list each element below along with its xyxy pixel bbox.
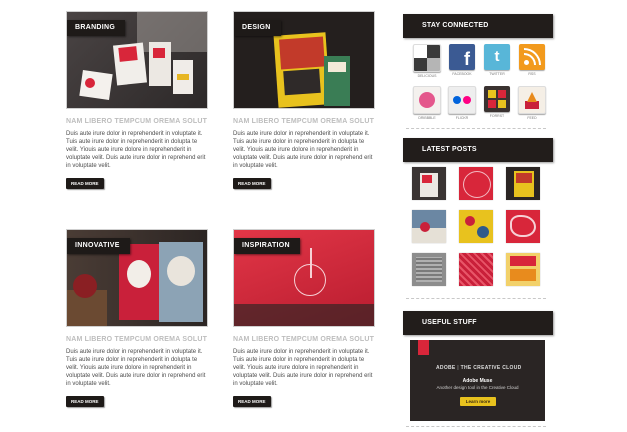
post-card: INNOVATIVE NAM LIBERO TEMPCUM OREMA SOLU… [66,229,208,408]
latest-post-thumbnail[interactable] [459,253,493,286]
social-label: DELICIOUS [417,74,437,78]
latest-posts-heading: LATEST POSTS [403,138,553,162]
social-link-forrst[interactable]: FORRST [483,86,511,118]
social-link-twitter[interactable]: t TWITTER [483,44,511,76]
facebook-icon: f [449,44,475,70]
social-label: DRIBBBLE [418,116,436,120]
social-label: RSS [528,72,536,76]
divider [406,128,546,129]
post-category-tag[interactable]: INSPIRATION [234,238,300,254]
social-link-rss[interactable]: RSS [518,44,546,76]
social-link-dribbble[interactable]: DRIBBBLE [413,86,441,120]
social-label: FEED [527,116,537,120]
post-card: INSPIRATION NAM LIBERO TEMPCUM OREMA SOL… [233,229,375,408]
ad-product: Adobe Muse [462,378,493,384]
adobe-ad-banner[interactable]: ADOBE | THE CREATIVE CLOUD Adobe Muse An… [410,340,545,421]
latest-post-thumbnail[interactable] [459,210,493,243]
post-thumbnail[interactable]: INNOVATIVE [66,229,208,327]
post-title[interactable]: NAM LIBERO TEMPCUM OREMA SOLUT [66,118,208,125]
latest-post-thumbnail[interactable] [506,167,540,200]
read-more-button[interactable]: READ MORE [233,178,271,190]
ad-headline: THE CREATIVE CLOUD [460,365,522,371]
post-thumbnail[interactable]: INSPIRATION [233,229,375,327]
post-title[interactable]: NAM LIBERO TEMPCUM OREMA SOLUT [233,118,375,125]
forrst-icon [484,86,510,112]
social-link-delicious[interactable]: DELICIOUS [413,44,441,78]
latest-post-thumbnail[interactable] [506,210,540,243]
latest-post-thumbnail[interactable] [412,210,446,243]
dribbble-icon [413,86,441,114]
post-excerpt: Duis aute irure dolor in reprehenderit i… [233,131,373,170]
latest-post-thumbnail[interactable] [459,167,493,200]
post-category-tag[interactable]: BRANDING [67,20,126,36]
delicious-icon [413,44,441,72]
read-more-button[interactable]: READ MORE [66,178,104,190]
ad-cta-button[interactable]: Learn more [460,397,496,406]
divider [406,426,546,427]
social-link-flickr[interactable]: FLICKR [448,86,476,120]
post-excerpt: Duis aute irure dolor in reprehenderit i… [233,349,373,388]
twitter-icon: t [484,44,510,70]
post-title[interactable]: NAM LIBERO TEMPCUM OREMA SOLUT [66,336,208,343]
post-excerpt: Duis aute irure dolor in reprehenderit i… [66,131,206,170]
social-label: TWITTER [489,72,505,76]
latest-post-thumbnail[interactable] [412,167,446,200]
post-thumbnail[interactable]: BRANDING [66,11,208,109]
latest-post-thumbnail[interactable] [506,253,540,286]
post-card: DESIGN NAM LIBERO TEMPCUM OREMA SOLUT Du… [233,11,375,190]
latest-post-thumbnail[interactable] [412,253,446,286]
flickr-icon [448,86,476,114]
read-more-button[interactable]: READ MORE [66,396,104,408]
rss-icon [519,44,545,70]
ad-subline: Another design tool in the Creative Clou… [436,385,519,390]
post-excerpt: Duis aute irure dolor in reprehenderit i… [66,349,206,388]
post-title[interactable]: NAM LIBERO TEMPCUM OREMA SOLUT [233,336,375,343]
stay-connected-heading: STAY CONNECTED [403,14,553,38]
social-link-facebook[interactable]: f FACEBOOK [448,44,476,76]
post-thumbnail[interactable]: DESIGN [233,11,375,109]
post-category-tag[interactable]: INNOVATIVE [67,238,130,254]
social-label: FORRST [489,114,505,118]
read-more-button[interactable]: READ MORE [233,396,271,408]
post-category-tag[interactable]: DESIGN [234,20,281,36]
divider [406,298,546,299]
ad-brand: ADOBE [436,365,456,371]
social-label: FLICKR [455,116,469,120]
post-card: BRANDING NAM LIBERO TEMPCUM OREMA SOLUT … [66,11,208,190]
social-link-feed[interactable]: FEED [518,86,546,120]
adobe-logo-icon [418,340,429,355]
social-label: FACEBOOK [452,72,472,76]
feed-icon [518,86,546,114]
useful-stuff-heading: USEFUL STUFF [403,311,553,335]
